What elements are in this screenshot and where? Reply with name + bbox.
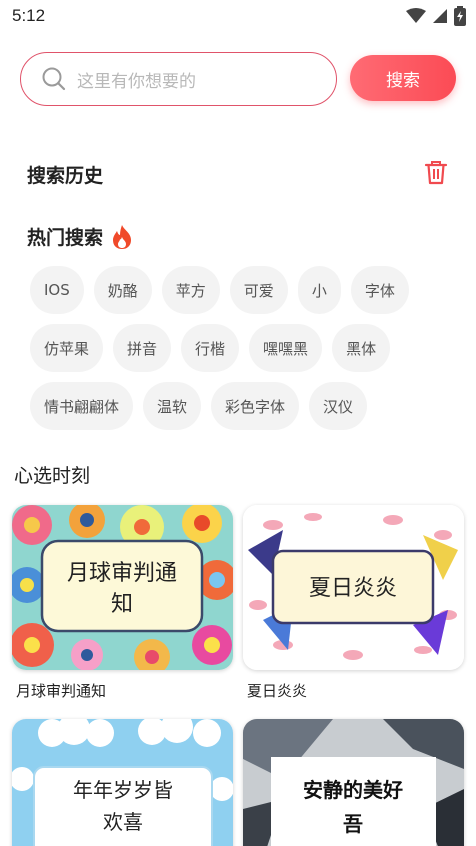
card-image-text: 安静的美好	[303, 778, 403, 802]
tag-ios[interactable]: IOS	[30, 266, 84, 314]
tag-color-font[interactable]: 彩色字体	[211, 382, 300, 430]
card-caption: 月球审判通知	[16, 682, 107, 700]
search-input[interactable]: 这里有你想要的	[20, 52, 337, 106]
tag-cheese[interactable]: 奶酪	[93, 266, 152, 314]
tag-pingfang[interactable]: 苹方	[161, 266, 220, 314]
card-image-text: 年年岁岁皆	[73, 778, 173, 802]
card-image: 夏日炎炎	[243, 505, 464, 670]
tag-row: 情书翩翩体 温软 彩色字体 汉仪	[30, 382, 450, 430]
tag-soft[interactable]: 温软	[143, 382, 202, 430]
tag-row: IOS 奶酪 苹方 可爱 小 字体	[30, 266, 450, 314]
tag-row: 仿苹果 拼音 行楷 嘿嘿黑 黑体	[30, 324, 450, 372]
featured-card[interactable]: 月球审判通 知 月球审判通知	[12, 505, 233, 701]
card-image-text: 知	[111, 592, 133, 617]
card-image: 安静的美好 吾	[243, 719, 464, 846]
tag-font[interactable]: 字体	[350, 266, 409, 314]
tag-heiheihei[interactable]: 嘿嘿黑	[249, 324, 323, 372]
tag-pinyin[interactable]: 拼音	[113, 324, 172, 372]
fire-icon	[113, 224, 132, 249]
card-image-text: 月球审判通	[67, 561, 177, 586]
tag-small[interactable]: 小	[297, 266, 341, 314]
status-icons	[406, 6, 466, 26]
hot-search-tags: IOS 奶酪 苹方 可爱 小 字体 仿苹果 拼音 行楷 嘿嘿黑 黑体 情书翩翩体…	[30, 266, 450, 440]
tag-xingkai[interactable]: 行楷	[181, 324, 240, 372]
status-bar: 5:12	[0, 0, 476, 34]
tag-heiti[interactable]: 黑体	[332, 324, 391, 372]
search-icon	[42, 67, 66, 91]
card-image-text: 欢喜	[103, 810, 143, 834]
card-image-text: 吾	[343, 812, 363, 836]
search-history-title: 搜索历史	[27, 165, 104, 187]
hot-search-header: 热门搜索	[27, 223, 133, 250]
trash-icon[interactable]	[422, 158, 450, 186]
signal-icon	[433, 9, 447, 23]
featured-card[interactable]: 年年岁岁皆 欢喜	[12, 719, 233, 846]
tag-apple-style[interactable]: 仿苹果	[30, 324, 104, 372]
card-image-text: 夏日炎炎	[309, 576, 397, 601]
tag-cute[interactable]: 可爱	[229, 266, 288, 314]
card-image: 年年岁岁皆 欢喜	[12, 719, 233, 846]
tag-love-letter[interactable]: 情书翩翩体	[30, 382, 134, 430]
search-bar: 这里有你想要的 搜索	[20, 52, 456, 106]
featured-title: 心选时刻	[14, 465, 91, 487]
search-placeholder: 这里有你想要的	[77, 71, 196, 92]
card-image: 月球审判通 知	[12, 505, 233, 670]
search-button[interactable]: 搜索	[350, 55, 456, 101]
battery-icon	[454, 6, 466, 26]
status-time: 5:12	[12, 6, 46, 25]
featured-card[interactable]: 夏日炎炎 夏日炎炎	[243, 505, 464, 701]
tag-hanyi[interactable]: 汉仪	[309, 382, 368, 430]
featured-card[interactable]: 安静的美好 吾	[243, 719, 464, 846]
wifi-icon	[406, 8, 426, 23]
card-caption: 夏日炎炎	[247, 682, 308, 700]
hot-search-title: 热门搜索	[27, 227, 104, 249]
